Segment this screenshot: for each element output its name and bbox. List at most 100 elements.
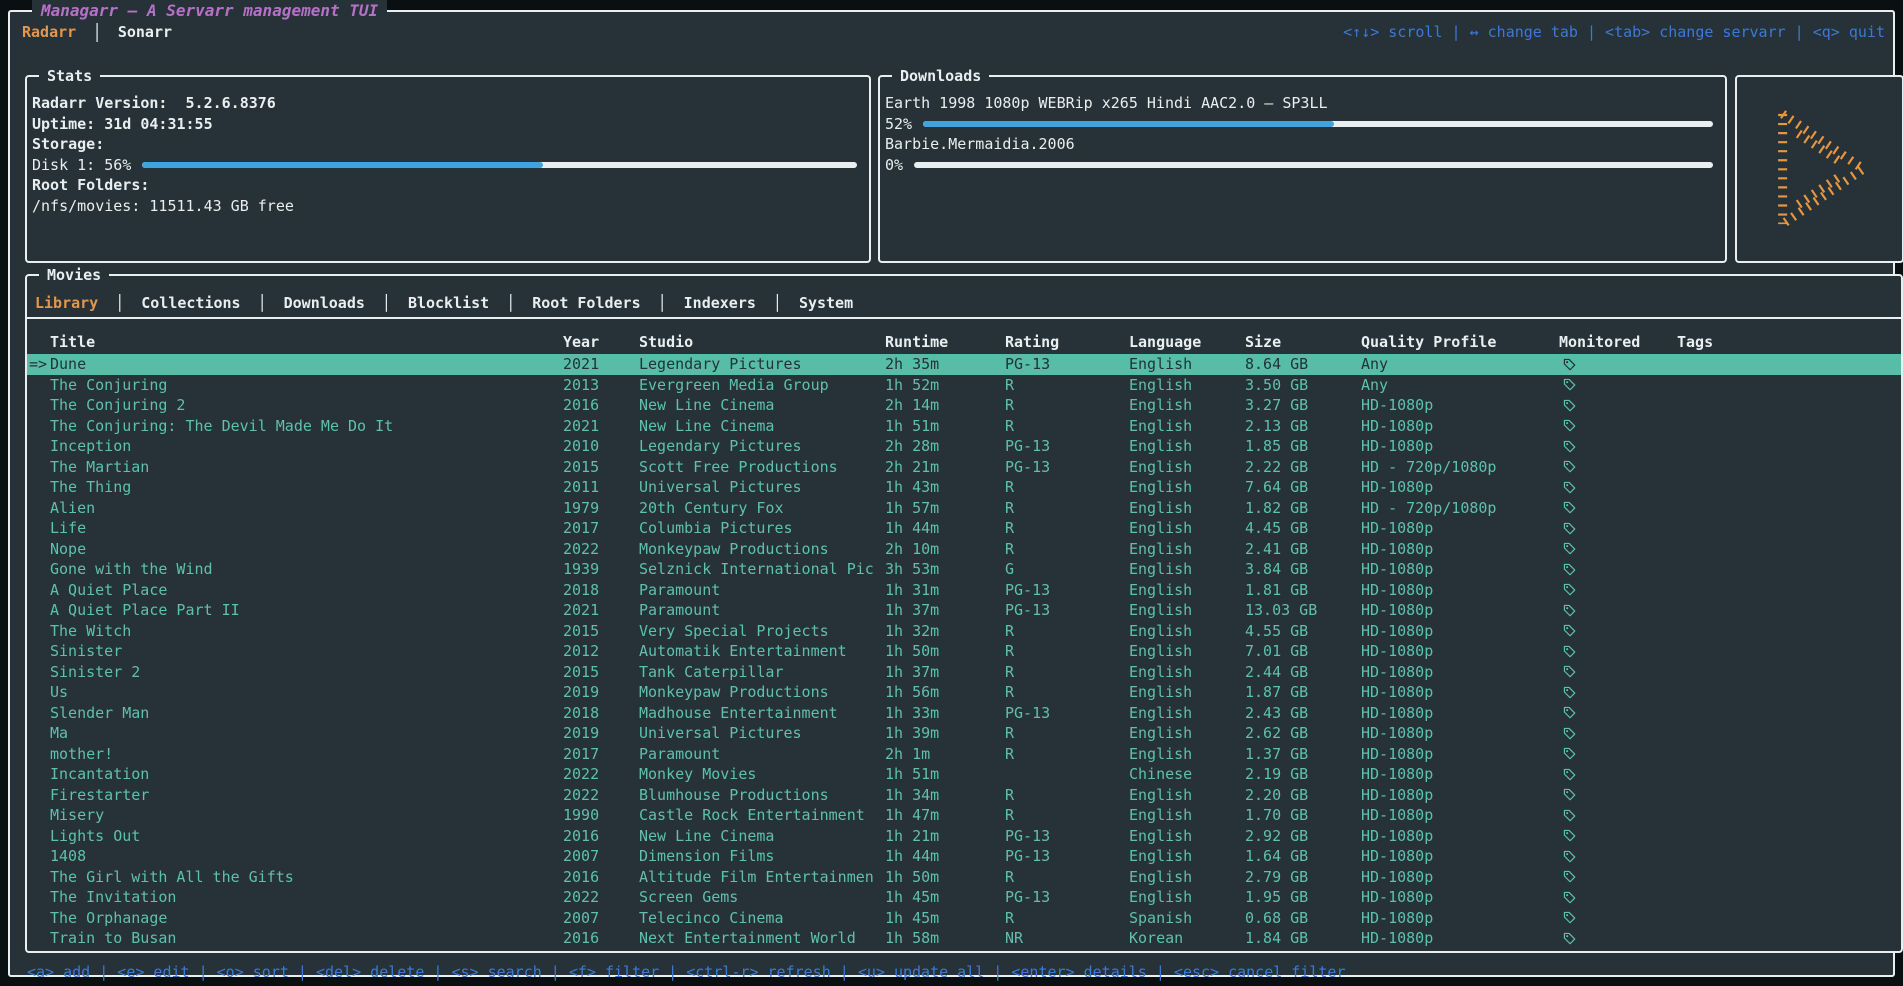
movie-language: English xyxy=(1129,847,1245,865)
movie-language: Chinese xyxy=(1129,765,1245,783)
movie-monitored-cell xyxy=(1559,849,1677,864)
table-row[interactable]: Gone with the Wind1939Selznick Internati… xyxy=(27,559,1901,580)
movie-title-cell: mother! xyxy=(27,745,563,763)
table-row[interactable]: Train to Busan2016Next Entertainment Wor… xyxy=(27,928,1901,949)
movies-tab-blocklist[interactable]: Blocklist xyxy=(406,294,491,312)
table-row[interactable]: Firestarter2022Blumhouse Productions1h 3… xyxy=(27,785,1901,806)
movies-tab-indexers[interactable]: Indexers xyxy=(682,294,758,312)
movie-quality-profile: HD-1080p xyxy=(1361,663,1559,681)
table-row[interactable]: Slender Man2018Madhouse Entertainment1h … xyxy=(27,703,1901,724)
servarr-tab-sonarr[interactable]: Sonarr xyxy=(116,23,174,41)
movie-size: 3.84 GB xyxy=(1245,560,1361,578)
table-row[interactable]: The Conjuring2013Evergreen Media Group1h… xyxy=(27,375,1901,396)
table-row[interactable]: A Quiet Place2018Paramount1h 31mPG-13Eng… xyxy=(27,580,1901,601)
movie-rating: R xyxy=(1005,663,1129,681)
table-row[interactable]: Sinister2012Automatik Entertainment1h 50… xyxy=(27,641,1901,662)
table-row[interactable]: Ma2019Universal Pictures1h 39mREnglish2.… xyxy=(27,723,1901,744)
movie-monitored-cell xyxy=(1559,377,1677,392)
movie-monitored-cell xyxy=(1559,357,1677,372)
movie-language: English xyxy=(1129,458,1245,476)
movie-year: 2021 xyxy=(563,355,639,373)
servarr-tab-bar: Radarr│Sonarr <↑↓> scroll | ↔ change tab… xyxy=(20,20,1885,44)
movie-title-cell: Gone with the Wind xyxy=(27,560,563,578)
movie-title-cell: The Conjuring xyxy=(27,376,563,394)
movie-size: 2.44 GB xyxy=(1245,663,1361,681)
table-row[interactable]: The Conjuring 22016New Line Cinema2h 14m… xyxy=(27,395,1901,416)
movie-studio: Monkeypaw Productions xyxy=(639,540,885,558)
movie-year: 2022 xyxy=(563,888,639,906)
table-row[interactable]: Misery1990Castle Rock Entertainment1h 47… xyxy=(27,805,1901,826)
movie-studio: Tank Caterpillar xyxy=(639,663,885,681)
table-row[interactable]: The Witch2015Very Special Projects1h 32m… xyxy=(27,621,1901,642)
movie-rating: R xyxy=(1005,909,1129,927)
movies-tab-library[interactable]: Library xyxy=(33,294,100,312)
movie-year: 2016 xyxy=(563,929,639,947)
movie-year: 2016 xyxy=(563,827,639,845)
table-row[interactable]: A Quiet Place Part II2021Paramount1h 37m… xyxy=(27,600,1901,621)
movie-language: English xyxy=(1129,519,1245,537)
table-row[interactable]: The Girl with All the Gifts2016Altitude … xyxy=(27,867,1901,888)
movie-size: 1.70 GB xyxy=(1245,806,1361,824)
movie-rating: NR xyxy=(1005,929,1129,947)
movie-title-cell: Ma xyxy=(27,724,563,742)
table-row[interactable]: The Invitation2022Screen Gems1h 45mPG-13… xyxy=(27,887,1901,908)
movie-studio: New Line Cinema xyxy=(639,396,885,414)
table-row[interactable]: Sinister 22015Tank Caterpillar1h 37mREng… xyxy=(27,662,1901,683)
table-row[interactable]: mother!2017Paramount2h 1mREnglish1.37 GB… xyxy=(27,744,1901,765)
table-row[interactable]: Lights Out2016New Line Cinema1h 21mPG-13… xyxy=(27,826,1901,847)
movie-studio: Blumhouse Productions xyxy=(639,786,885,804)
movie-monitored-cell xyxy=(1559,890,1677,905)
movie-studio: Screen Gems xyxy=(639,888,885,906)
tag-icon xyxy=(1562,439,1577,454)
stats-panel: Stats Radarr Version: 5.2.6.8376 Uptime:… xyxy=(25,75,871,263)
movie-title-cell: Us xyxy=(27,683,563,701)
movie-runtime: 1h 50m xyxy=(885,868,1005,886)
table-row[interactable]: Life2017Columbia Pictures1h 44mREnglish4… xyxy=(27,518,1901,539)
table-row[interactable]: The Martian2015Scott Free Productions2h … xyxy=(27,457,1901,478)
movie-size: 2.92 GB xyxy=(1245,827,1361,845)
tag-icon xyxy=(1562,890,1577,905)
movies-tab-downloads[interactable]: Downloads xyxy=(282,294,367,312)
movie-runtime: 1h 45m xyxy=(885,909,1005,927)
table-row[interactable]: Incantation2022Monkey Movies1h 51mChines… xyxy=(27,764,1901,785)
movie-rating: R xyxy=(1005,417,1129,435)
movie-year: 2021 xyxy=(563,601,639,619)
tab-separator: │ xyxy=(258,294,267,312)
table-row[interactable]: Nope2022Monkeypaw Productions2h 10mREngl… xyxy=(27,539,1901,560)
movie-monitored-cell xyxy=(1559,623,1677,638)
table-row[interactable]: The Thing2011Universal Pictures1h 43mREn… xyxy=(27,477,1901,498)
movie-runtime: 1h 44m xyxy=(885,847,1005,865)
tag-icon xyxy=(1562,459,1577,474)
movie-quality-profile: HD-1080p xyxy=(1361,888,1559,906)
movie-quality-profile: HD-1080p xyxy=(1361,704,1559,722)
movie-language: English xyxy=(1129,745,1245,763)
movie-title-cell: Slender Man xyxy=(27,704,563,722)
movie-runtime: 1h 37m xyxy=(885,601,1005,619)
table-row[interactable]: Inception2010Legendary Pictures2h 28mPG-… xyxy=(27,436,1901,457)
movie-studio: Paramount xyxy=(639,745,885,763)
table-row[interactable]: 14082007Dimension Films1h 44mPG-13Englis… xyxy=(27,846,1901,867)
movie-year: 2015 xyxy=(563,458,639,476)
movie-rating: R xyxy=(1005,786,1129,804)
movies-tab-root-folders[interactable]: Root Folders xyxy=(530,294,642,312)
movie-title-cell: 1408 xyxy=(27,847,563,865)
movies-tab-system[interactable]: System xyxy=(797,294,855,312)
table-row[interactable]: =>Dune2021Legendary Pictures2h 35mPG-13E… xyxy=(27,354,1901,375)
movie-rating: R xyxy=(1005,519,1129,537)
movie-size: 2.41 GB xyxy=(1245,540,1361,558)
movie-title-cell: Alien xyxy=(27,499,563,517)
table-row[interactable]: The Conjuring: The Devil Made Me Do It20… xyxy=(27,416,1901,437)
table-row[interactable]: The Orphanage2007Telecinco Cinema1h 45mR… xyxy=(27,908,1901,929)
movie-studio: Legendary Pictures xyxy=(639,355,885,373)
servarr-tab-radarr[interactable]: Radarr xyxy=(20,23,78,41)
movie-size: 8.64 GB xyxy=(1245,355,1361,373)
tag-icon xyxy=(1562,910,1577,925)
movie-size: 4.45 GB xyxy=(1245,519,1361,537)
table-row[interactable]: Alien197920th Century Fox1h 57mREnglish1… xyxy=(27,498,1901,519)
movie-quality-profile: HD-1080p xyxy=(1361,581,1559,599)
top-help-text: <↑↓> scroll | ↔ change tab | <tab> chang… xyxy=(1343,23,1885,41)
movie-studio: Legendary Pictures xyxy=(639,437,885,455)
movies-tab-collections[interactable]: Collections xyxy=(139,294,242,312)
table-row[interactable]: Us2019Monkeypaw Productions1h 56mREnglis… xyxy=(27,682,1901,703)
movie-runtime: 3h 53m xyxy=(885,560,1005,578)
